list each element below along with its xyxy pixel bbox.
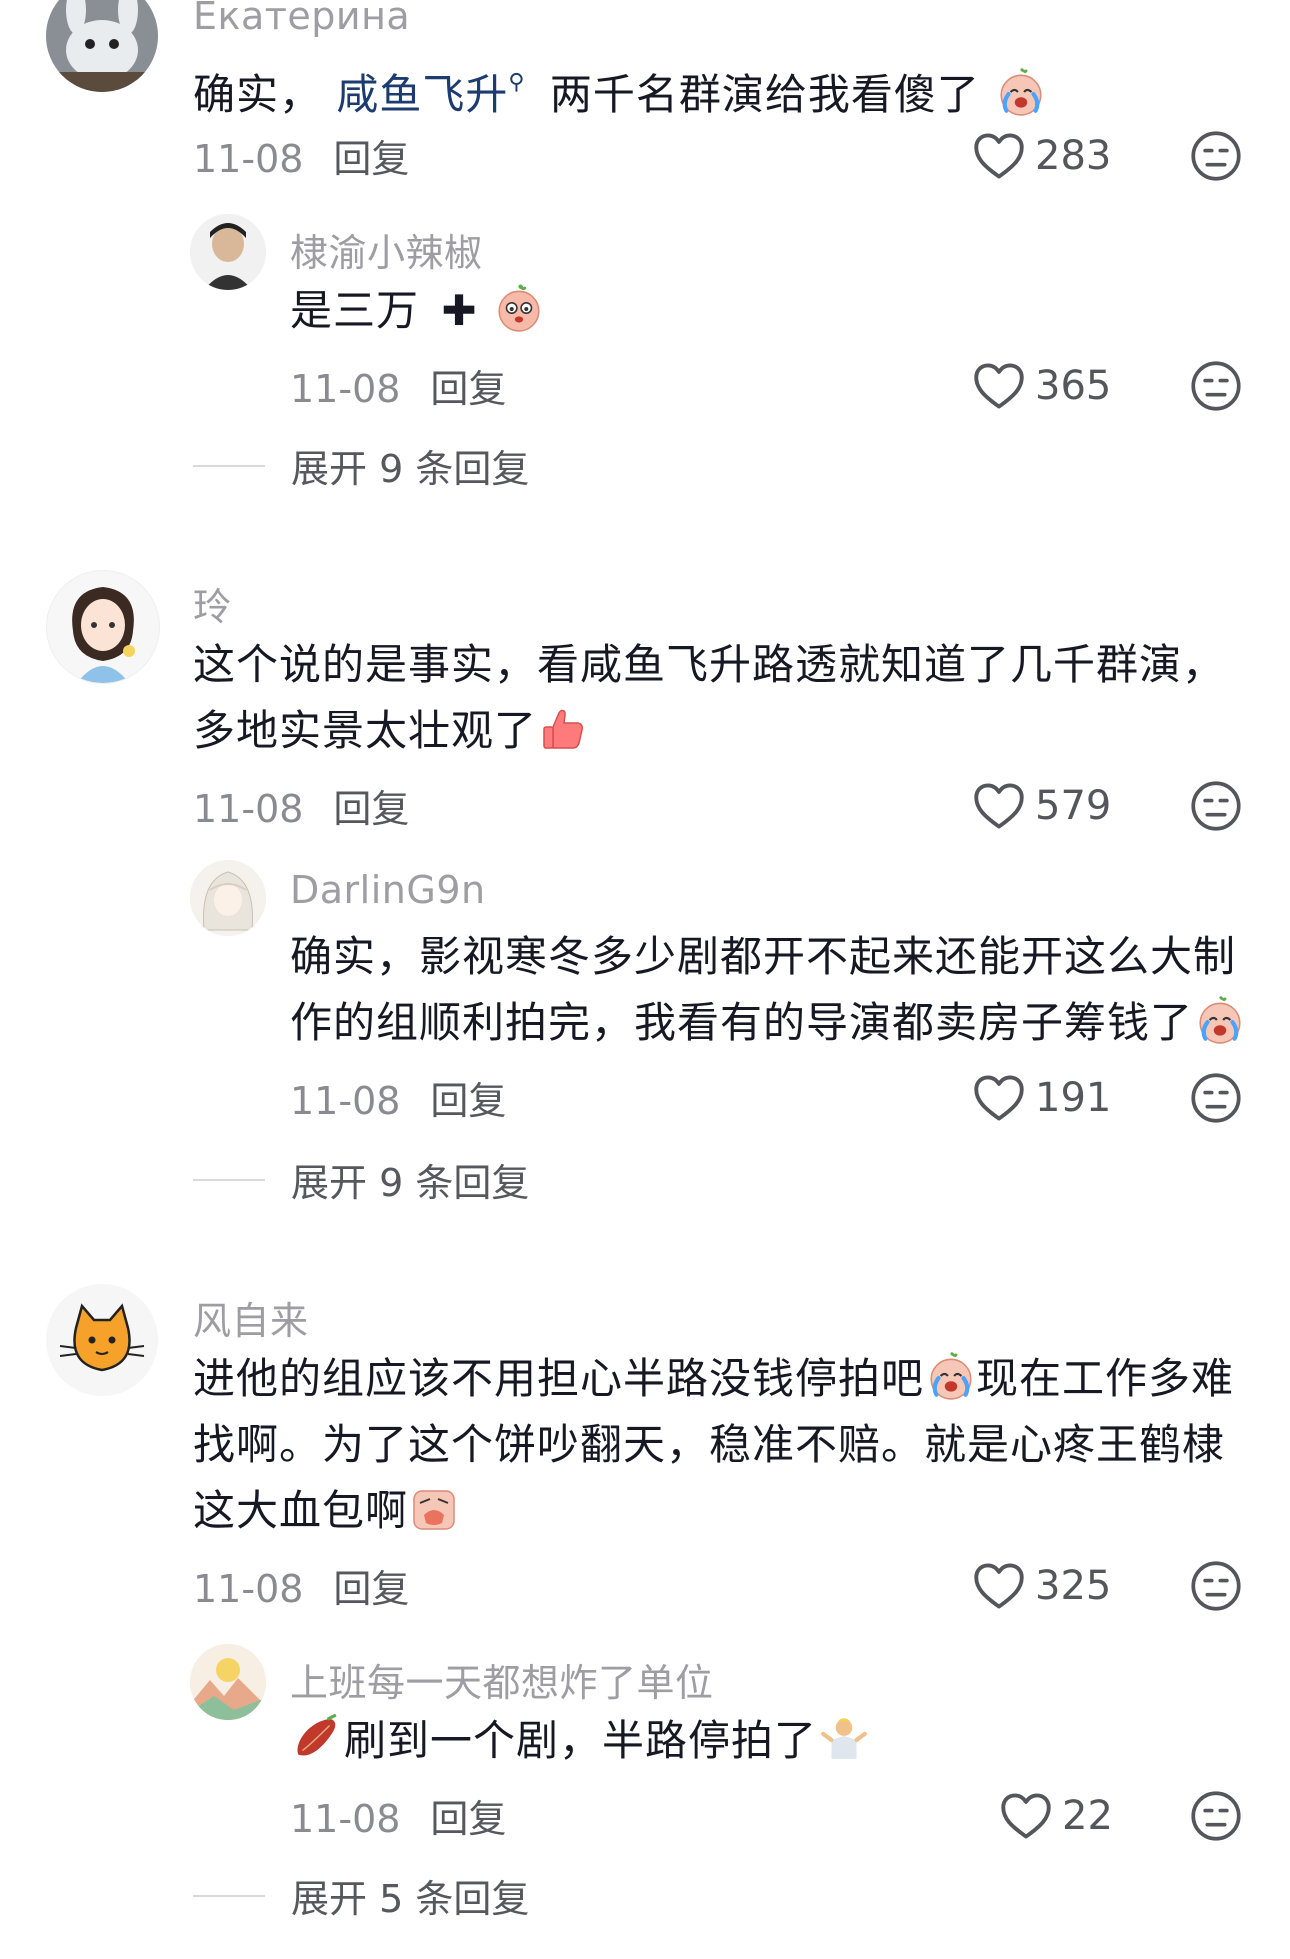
like-count: 365 xyxy=(1035,363,1112,409)
search-link[interactable]: 咸鱼飞升⚲ xyxy=(336,70,525,119)
like-count: 325 xyxy=(1035,1563,1112,1609)
avatar[interactable] xyxy=(46,0,158,92)
comment-meta: 11-08 回复 xyxy=(193,128,409,183)
comment-text-line: 确实，影视寒冬多少剧都开不起来还能开这么大制 xyxy=(290,932,1237,981)
comment-text-line-wrap: 作的组顺利拍完，我看有的导演都卖房子筹钱了 xyxy=(290,990,1245,1056)
search-link-label: 咸鱼飞升 xyxy=(336,70,509,119)
avatar[interactable] xyxy=(190,214,266,290)
expand-replies-label: 展开 9 条回复 xyxy=(291,1161,530,1205)
expand-replies-button[interactable]: 展开 5 条回复 xyxy=(193,1868,529,1923)
plus-icon: ✚ xyxy=(441,286,478,335)
comment-meta: 11-08 回复 xyxy=(290,358,506,413)
meh-face-icon[interactable] xyxy=(1190,780,1242,832)
comment-date: 11-08 xyxy=(193,787,304,831)
avatar[interactable] xyxy=(190,1644,266,1720)
thumbs-up-icon xyxy=(539,705,587,753)
meh-face-icon[interactable] xyxy=(1190,1790,1242,1842)
search-icon: ⚲ xyxy=(508,70,526,95)
reply-button[interactable]: 回复 xyxy=(333,1567,409,1611)
comment-meta: 11-08 回复 xyxy=(290,1070,506,1125)
like-count: 579 xyxy=(1035,783,1112,829)
comment-text-line-wrap: 这大血包啊 xyxy=(193,1478,1234,1544)
username[interactable]: 风自来 xyxy=(193,1290,309,1345)
reply-button[interactable]: 回复 xyxy=(333,137,409,181)
comment-text: 确实， 咸鱼飞升⚲ 两千名群演给我看傻了 xyxy=(193,50,1046,128)
comment-meta: 11-08 回复 xyxy=(290,1788,506,1843)
meh-face-icon[interactable] xyxy=(1190,360,1242,412)
comment-text: 进他的组应该不用担心半路没钱停拍吧 现在工作多难 找啊。为了这个饼吵翻天，稳准不赔… xyxy=(193,1346,1234,1544)
comment-text: 确实，影视寒冬多少剧都开不起来还能开这么大制 作的组顺利拍完，我看有的导演都卖房… xyxy=(290,924,1245,1056)
crying-face-icon xyxy=(1195,995,1245,1045)
username[interactable]: DarlinG9n xyxy=(290,868,486,912)
expand-replies-button[interactable]: 展开 9 条回复 xyxy=(193,438,529,493)
comment-text-line: 进他的组应该不用担心半路没钱停拍吧 xyxy=(193,1354,925,1403)
comment-date: 11-08 xyxy=(290,367,401,411)
peach-face-icon xyxy=(494,283,544,333)
reply-button[interactable]: 回复 xyxy=(430,1079,506,1123)
username[interactable]: 玲 xyxy=(193,576,232,631)
like-button[interactable]: 191 xyxy=(973,1074,1111,1122)
divider xyxy=(193,1894,265,1897)
meh-face-icon[interactable] xyxy=(1190,1560,1242,1612)
divider xyxy=(193,464,265,467)
heart-outline-icon xyxy=(973,1074,1025,1122)
crying-face-icon xyxy=(996,67,1046,117)
comment-text: 刷到一个剧，半路停拍了 xyxy=(290,1708,869,1774)
heart-outline-icon xyxy=(973,1562,1025,1610)
like-count: 191 xyxy=(1035,1075,1112,1121)
like-button[interactable]: 325 xyxy=(973,1562,1111,1610)
comment-text-part: 确实， xyxy=(193,70,323,119)
username[interactable]: 上班每一天都想炸了单位 xyxy=(290,1652,714,1707)
expand-replies-button[interactable]: 展开 9 条回复 xyxy=(193,1152,529,1207)
like-button[interactable]: 579 xyxy=(973,782,1111,830)
like-button[interactable]: 283 xyxy=(973,132,1111,180)
heart-outline-icon xyxy=(973,362,1025,410)
username[interactable]: Екатерина xyxy=(193,0,410,38)
expand-replies-label: 展开 5 条回复 xyxy=(291,1877,530,1921)
reply-button[interactable]: 回复 xyxy=(430,1797,506,1841)
comment-text: 这个说的是事实，看咸鱼飞升路透就知道了几千群演， 多地实景太壮观了 xyxy=(193,632,1225,764)
comment-text: 是三万 ✚ xyxy=(290,278,544,344)
expand-replies-label: 展开 9 条回复 xyxy=(291,447,530,491)
comment-text-line: 作的组顺利拍完，我看有的导演都卖房子筹钱了 xyxy=(290,998,1194,1047)
like-button[interactable]: 365 xyxy=(973,362,1111,410)
comment-meta: 11-08 回复 xyxy=(193,778,409,833)
avatar[interactable] xyxy=(46,570,160,684)
comment-text-part: 刷到一个剧，半路停拍了 xyxy=(344,1716,818,1765)
comment-date: 11-08 xyxy=(290,1079,401,1123)
comment-text-line: 现在工作多难 xyxy=(976,1354,1235,1403)
divider xyxy=(193,1178,265,1181)
comment-text-line-wrap: 多地实景太壮观了 xyxy=(193,698,1225,764)
sweet-potato-icon xyxy=(290,1713,340,1763)
username[interactable]: 棣渝小辣椒 xyxy=(290,222,483,277)
heart-outline-icon xyxy=(973,132,1025,180)
like-count: 22 xyxy=(1062,1793,1113,1839)
comment-text-part: 是三万 xyxy=(290,286,420,335)
meh-face-icon[interactable] xyxy=(1190,1072,1242,1124)
reply-button[interactable]: 回复 xyxy=(333,787,409,831)
comment-date: 11-08 xyxy=(193,137,304,181)
avatar[interactable] xyxy=(46,1284,158,1396)
comment-text-line-wrap: 进他的组应该不用担心半路没钱停拍吧 现在工作多难 xyxy=(193,1346,1234,1412)
comment-text-line: 多地实景太壮观了 xyxy=(193,706,538,755)
comment-text-line: 这大血包啊 xyxy=(193,1486,409,1535)
heart-outline-icon xyxy=(973,782,1025,830)
comment-date: 11-08 xyxy=(290,1797,401,1841)
comment-text-line: 找啊。为了这个饼吵翻天，稳准不赔。就是心疼王鹤棣 xyxy=(193,1420,1226,1469)
comment-text-line: 这个说的是事实，看咸鱼飞升路透就知道了几千群演， xyxy=(193,640,1226,689)
comment-date: 11-08 xyxy=(193,1567,304,1611)
like-count: 283 xyxy=(1035,133,1112,179)
meh-face-icon[interactable] xyxy=(1190,130,1242,182)
heart-outline-icon xyxy=(1000,1792,1052,1840)
like-button[interactable]: 22 xyxy=(1000,1792,1113,1840)
comment-text-part: 两千名群演给我看傻了 xyxy=(549,70,980,119)
facepalm-icon xyxy=(410,1485,458,1533)
avatar[interactable] xyxy=(190,860,266,936)
crying-face-icon xyxy=(926,1351,976,1401)
reply-button[interactable]: 回复 xyxy=(430,367,506,411)
comment-meta: 11-08 回复 xyxy=(193,1558,409,1613)
shrug-icon xyxy=(819,1713,869,1763)
